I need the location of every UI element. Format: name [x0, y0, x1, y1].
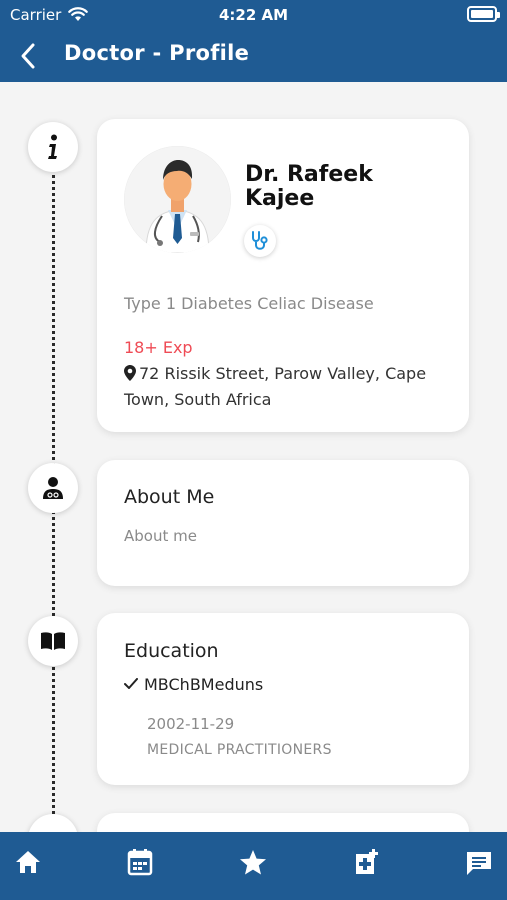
back-button[interactable] [14, 40, 46, 72]
education-role: MEDICAL PRACTITIONERS [147, 742, 332, 758]
status-bar: Carrier 4:22 AM [0, 0, 507, 30]
degree-text: MBChBMeduns [144, 675, 264, 694]
tab-appointments[interactable] [124, 846, 156, 878]
address-text: 72 Rissik Street, Parow Valley, Cape Tow… [124, 364, 427, 409]
bottom-tab-bar [0, 832, 507, 900]
doctor-user-icon [43, 477, 63, 499]
stethoscope-badge [244, 225, 276, 257]
info-node [28, 122, 78, 172]
check-icon [124, 678, 138, 689]
about-text: About me [124, 527, 197, 545]
about-node [28, 463, 78, 513]
about-card: About Me About me [97, 460, 469, 586]
chat-icon [467, 851, 491, 875]
app-header: Doctor - Profile [0, 30, 507, 82]
profile-card: Dr. Rafeek Kajee Type 1 Diabetes Celiac … [97, 119, 469, 432]
education-degree: MBChBMeduns [124, 675, 263, 694]
home-icon [16, 851, 40, 873]
about-title: About Me [124, 486, 215, 508]
specialty-text: Type 1 Diabetes Celiac Disease [124, 294, 374, 313]
doctor-name: Dr. Rafeek Kajee [245, 162, 373, 211]
tab-medical[interactable] [350, 846, 382, 878]
education-date: 2002-11-29 [147, 715, 235, 733]
calendar-icon [127, 849, 153, 876]
education-title: Education [124, 640, 219, 662]
tab-chat[interactable] [463, 846, 495, 878]
star-icon [240, 849, 266, 874]
chevron-left-icon [21, 43, 35, 69]
address-row: 72 Rissik Street, Parow Valley, Cape Tow… [124, 361, 444, 413]
medical-add-icon [356, 849, 378, 874]
page-title: Doctor - Profile [64, 41, 250, 65]
doctor-avatar-icon [124, 146, 231, 253]
battery-icon [467, 6, 500, 22]
tab-favorites[interactable] [237, 846, 269, 878]
stethoscope-icon [252, 231, 268, 250]
education-node [28, 616, 78, 666]
info-icon [48, 134, 57, 159]
experience-text: 18+ Exp [124, 338, 193, 357]
book-icon [41, 632, 65, 650]
location-pin-icon [124, 365, 136, 381]
clock: 4:22 AM [218, 6, 289, 24]
avatar [124, 146, 231, 253]
education-card: Education MBChBMeduns 2002-11-29 MEDICAL… [97, 613, 469, 785]
tab-home[interactable] [12, 846, 44, 878]
